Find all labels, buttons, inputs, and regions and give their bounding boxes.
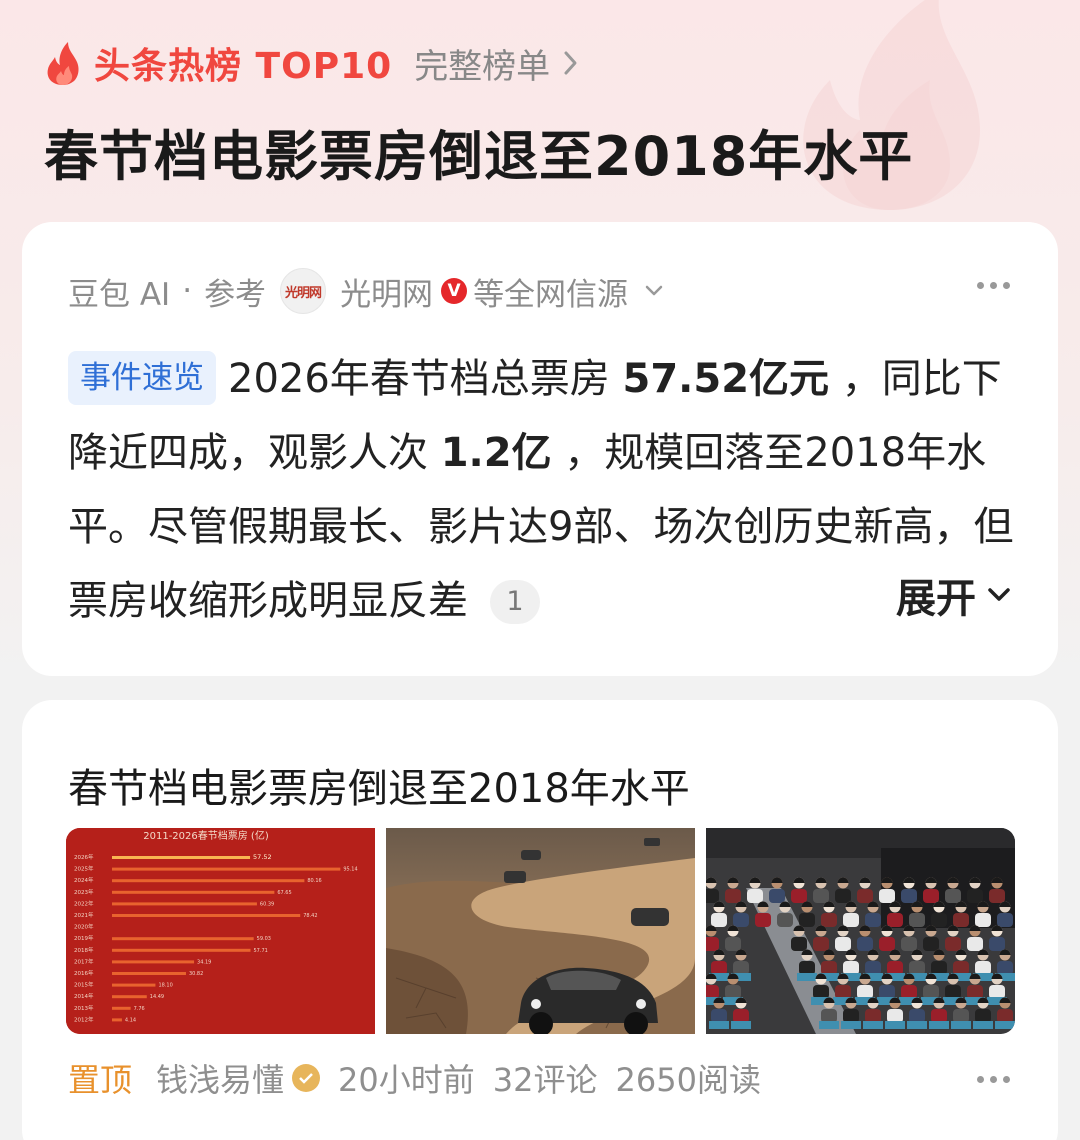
chart-bar bbox=[112, 1018, 122, 1022]
chart-title: 2011-2026春节档票房 (亿) bbox=[143, 829, 269, 842]
chevron-down-icon bbox=[988, 588, 1010, 601]
chart-category-label: 2017年 bbox=[74, 957, 94, 965]
verified-author-icon bbox=[292, 1064, 321, 1092]
expand-button[interactable]: 展开 bbox=[856, 566, 1012, 624]
more-options-icon[interactable] bbox=[977, 282, 1010, 289]
article-thumbnails[interactable]: 2011-2026春节档票房 (亿) 2026年 57.52 2025年 95.14 2… bbox=[66, 828, 1015, 1034]
reference-number-badge[interactable]: 1 bbox=[490, 580, 540, 624]
comment-count[interactable]: 32评论 bbox=[493, 1055, 598, 1101]
chart-value-label: 80.16 bbox=[307, 878, 321, 884]
chart-category-label: 2014年 bbox=[74, 992, 94, 1000]
chart-category-label: 2024年 bbox=[74, 876, 94, 884]
chart-category-label: 2013年 bbox=[74, 1004, 94, 1012]
chart-category-label: 2026年 bbox=[74, 853, 94, 861]
chart-bar bbox=[112, 890, 275, 894]
chart-bar bbox=[112, 995, 147, 999]
full-list-link[interactable]: 完整榜单 bbox=[414, 39, 550, 88]
chart-category-label: 2021年 bbox=[74, 911, 94, 919]
chart-category-label: 2023年 bbox=[74, 888, 94, 896]
chart-category-label: 2012年 bbox=[74, 1015, 94, 1023]
thumbnail-rally-cars[interactable] bbox=[386, 828, 695, 1034]
chart-category-label: 2018年 bbox=[74, 946, 94, 954]
thumbnail-bar-chart[interactable]: 2011-2026春节档票房 (亿) 2026年 57.52 2025年 95.14 2… bbox=[66, 828, 375, 1034]
summary-text-1: 2026年春节档总票房 bbox=[228, 356, 623, 402]
hot-flame-icon bbox=[47, 42, 79, 85]
chart-bar bbox=[112, 983, 156, 987]
guangming-logo: 光明网 bbox=[280, 268, 327, 314]
chart-bar bbox=[112, 948, 251, 952]
box-office-value: 57.52亿元 bbox=[622, 356, 830, 402]
author-name[interactable]: 钱浅易懂 bbox=[156, 1055, 284, 1101]
chart-value-label: 60.39 bbox=[260, 901, 274, 907]
source-suffix: 等全网信源 bbox=[473, 276, 629, 313]
box-office-chart: 2011-2026春节档票房 (亿) 2026年 57.52 2025年 95.14 2… bbox=[66, 828, 375, 1034]
article-card[interactable]: 春节档电影票房倒退至2018年水平 2011-2026春节档票房 (亿) 202… bbox=[22, 700, 1058, 1140]
logo-text: 光明网 bbox=[285, 285, 322, 301]
chart-value-label: 67.65 bbox=[277, 890, 291, 896]
pinned-label: 置顶 bbox=[68, 1061, 133, 1099]
chevron-down-icon[interactable] bbox=[644, 284, 664, 298]
expand-label: 展开 bbox=[896, 576, 976, 622]
chart-bar bbox=[112, 960, 195, 964]
ai-provider-label: 豆包 AI bbox=[68, 276, 171, 313]
chart-bar bbox=[112, 1006, 131, 1010]
article-title[interactable]: 春节档电影票房倒退至2018年水平 bbox=[68, 756, 690, 814]
chart-category-label: 2020年 bbox=[74, 923, 94, 931]
separator-dot: · bbox=[182, 273, 193, 309]
verified-v-badge: V bbox=[441, 278, 468, 304]
chart-value-label: 95.14 bbox=[343, 867, 357, 873]
thumbnail-cinema-audience[interactable] bbox=[706, 828, 1015, 1034]
chart-value-label: 57.52 bbox=[253, 853, 272, 861]
article-meta: 置顶 钱浅易懂 20小时前 32评论 2650阅读 bbox=[68, 1056, 1018, 1100]
chart-category-label: 2025年 bbox=[74, 865, 94, 873]
chart-bar bbox=[112, 867, 341, 871]
chart-value-label: 59.03 bbox=[257, 936, 271, 942]
chart-value-label: 34.19 bbox=[197, 959, 211, 965]
chart-bar bbox=[112, 914, 301, 917]
rally-car-photo bbox=[386, 828, 695, 1034]
chart-bar bbox=[112, 937, 254, 941]
chart-value-label: 18.10 bbox=[158, 983, 172, 989]
more-options-icon[interactable] bbox=[977, 1076, 1010, 1083]
chart-value-label: 14.49 bbox=[150, 994, 164, 1000]
page-title: 春节档电影票房倒退至2018年水平 bbox=[44, 125, 914, 188]
chart-category-label: 2015年 bbox=[74, 981, 94, 989]
chart-value-label: 7.76 bbox=[134, 1006, 145, 1012]
chevron-right-icon[interactable] bbox=[562, 49, 580, 77]
post-time: 20小时前 bbox=[338, 1061, 475, 1099]
source-outlet: 光明网 bbox=[340, 276, 434, 313]
reference-label: 参考 bbox=[204, 276, 267, 313]
cinema-audience-photo bbox=[706, 828, 1015, 1034]
hot-list-title[interactable]: 头条热榜 TOP10 bbox=[94, 37, 392, 89]
chart-category-label: 2019年 bbox=[74, 934, 94, 942]
chart-bar bbox=[112, 856, 251, 859]
chart-category-label: 2022年 bbox=[74, 899, 94, 907]
chart-bar bbox=[112, 879, 305, 883]
read-count: 2650阅读 bbox=[615, 1061, 761, 1099]
chart-bar bbox=[112, 902, 257, 906]
chart-value-label: 78.42 bbox=[303, 913, 317, 919]
audience-value: 1.2亿 bbox=[440, 430, 552, 476]
event-overview-tag: 事件速览 bbox=[68, 351, 216, 405]
source-row[interactable]: 豆包 AI · 参考 光明网 光明网 V 等全网信源 bbox=[68, 266, 1018, 316]
chart-value-label: 30.82 bbox=[189, 971, 203, 977]
ai-summary-card: 豆包 AI · 参考 光明网 光明网 V 等全网信源 事件速览 2026年春节档总… bbox=[22, 222, 1058, 676]
chart-category-label: 2016年 bbox=[74, 969, 94, 977]
chart-value-label: 57.71 bbox=[254, 948, 268, 954]
chart-value-label: 4.14 bbox=[125, 1017, 136, 1023]
chart-bar bbox=[112, 972, 186, 975]
